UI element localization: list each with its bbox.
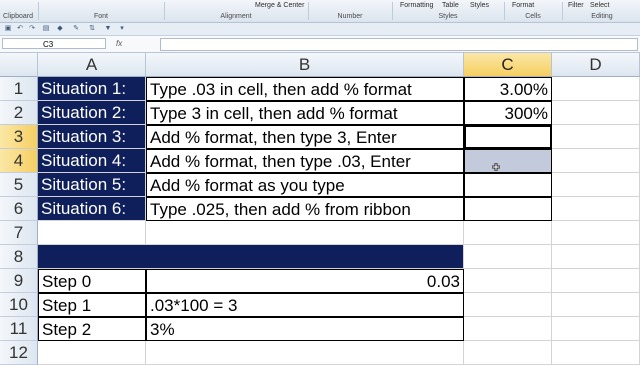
cell-d6[interactable] — [552, 197, 640, 221]
clipboard-label: Clipboard — [3, 13, 33, 20]
row-header-1[interactable]: 1 — [0, 77, 38, 101]
font-group: Font — [40, 0, 162, 22]
cell-d12[interactable] — [552, 341, 640, 365]
cell-c9[interactable] — [464, 269, 552, 293]
editing-label: Editing — [591, 13, 613, 20]
cell-b7[interactable] — [146, 221, 464, 245]
cell-a2[interactable]: Situation 2: — [38, 101, 146, 125]
cell-c6[interactable] — [464, 197, 552, 221]
cell-c3-active[interactable] — [464, 125, 552, 149]
cell-a9[interactable]: Step 0 — [38, 269, 146, 293]
cell-b1[interactable]: Type .03 in cell, then add % format — [146, 77, 464, 101]
cell-a7[interactable] — [38, 221, 146, 245]
ribbon: Merge & Center Formatting Table Styles F… — [0, 0, 640, 23]
formula-bar: C3 fx — [0, 36, 640, 53]
column-header-d[interactable]: D — [552, 53, 640, 77]
row-header-5[interactable]: 5 — [0, 173, 38, 197]
column-header-b[interactable]: B — [146, 53, 464, 77]
cell-a12[interactable] — [38, 341, 146, 365]
styles-group: Styles — [394, 0, 502, 22]
print-icon[interactable]: ▤ — [42, 25, 50, 33]
number-group: Number — [310, 0, 390, 22]
row-header-6[interactable]: 6 — [0, 197, 38, 221]
cell-c1[interactable]: 3.00% — [464, 77, 552, 101]
cell-b9[interactable]: 0.03 — [146, 269, 464, 293]
cell-b10[interactable]: .03*100 = 3 — [146, 293, 464, 317]
cell-d4[interactable] — [552, 149, 640, 173]
undo-icon[interactable]: ↶ — [16, 25, 24, 33]
cell-a10[interactable]: Step 1 — [38, 293, 146, 317]
cells-label: Cells — [525, 13, 541, 20]
column-header-c[interactable]: C — [464, 53, 552, 77]
cell-c12[interactable] — [464, 341, 552, 365]
cells-group: Cells — [506, 0, 560, 22]
cell-a6[interactable]: Situation 6: — [38, 197, 146, 221]
row-header-12[interactable]: 12 — [0, 341, 38, 365]
cell-a1[interactable]: Situation 1: — [38, 77, 146, 101]
cell-d8[interactable] — [552, 245, 640, 269]
row-header-11[interactable]: 11 — [0, 317, 38, 341]
cell-d5[interactable] — [552, 173, 640, 197]
cell-d3[interactable] — [552, 125, 640, 149]
cell-c11[interactable] — [464, 317, 552, 341]
cell-a4[interactable]: Situation 4: — [38, 149, 146, 173]
cell-c5[interactable] — [464, 173, 552, 197]
format-painter-icon[interactable]: ✎ — [72, 25, 80, 33]
cell-b11[interactable]: 3% — [146, 317, 464, 341]
cell-b5[interactable]: Add % format as you type — [146, 173, 464, 197]
cell-d7[interactable] — [552, 221, 640, 245]
cell-c4-selected[interactable] — [464, 149, 552, 173]
row-header-4[interactable]: 4 — [0, 149, 38, 173]
cell-a11[interactable]: Step 2 — [38, 317, 146, 341]
clipboard-group: Clipboard — [0, 0, 36, 22]
header-bar-row-8[interactable] — [38, 245, 464, 269]
cell-c2[interactable]: 300% — [464, 101, 552, 125]
editing-group: Editing — [564, 0, 640, 22]
customize-toolbar-icon[interactable]: ▾ — [118, 25, 126, 33]
cell-d9[interactable] — [552, 269, 640, 293]
font-label: Font — [93, 13, 108, 20]
row-header-9[interactable]: 9 — [0, 269, 38, 293]
select-all-corner[interactable] — [0, 53, 38, 77]
save-icon[interactable]: ▣ — [4, 25, 12, 33]
row-header-10[interactable]: 10 — [0, 293, 38, 317]
cell-c10[interactable] — [464, 293, 552, 317]
cell-a5[interactable]: Situation 5: — [38, 173, 146, 197]
sort-icon[interactable]: ⇅ — [88, 25, 96, 33]
cell-b12[interactable] — [146, 341, 464, 365]
cell-d2[interactable] — [552, 101, 640, 125]
quick-access-toolbar: ▣ ↶ ↷ ▤ ◆ ✎ ⇅ ▼ ▾ — [0, 23, 640, 36]
row-header-8[interactable]: 8 — [0, 245, 38, 269]
row-header-3[interactable]: 3 — [0, 125, 38, 149]
number-label: Number — [337, 13, 363, 20]
cell-b2[interactable]: Type 3 in cell, then add % format — [146, 101, 464, 125]
cell-cursor-icon — [492, 163, 500, 171]
cell-c8[interactable] — [464, 245, 552, 269]
cell-a3[interactable]: Situation 3: — [38, 125, 146, 149]
fill-color-icon[interactable]: ◆ — [56, 25, 64, 33]
formula-input[interactable] — [160, 38, 638, 51]
cell-b4[interactable]: Add % format, then type .03, Enter — [146, 149, 464, 173]
insert-function-icon[interactable]: fx — [116, 39, 122, 48]
cell-b3[interactable]: Add % format, then type 3, Enter — [146, 125, 464, 149]
row-header-2[interactable]: 2 — [0, 101, 38, 125]
row-header-7[interactable]: 7 — [0, 221, 38, 245]
column-header-a[interactable]: A — [38, 53, 146, 77]
cell-b6[interactable]: Type .025, then add % from ribbon — [146, 197, 464, 221]
cell-d10[interactable] — [552, 293, 640, 317]
cell-d1[interactable] — [552, 77, 640, 101]
cell-d11[interactable] — [552, 317, 640, 341]
alignment-label: Alignment — [220, 13, 252, 20]
filter-icon[interactable]: ▼ — [104, 25, 112, 33]
redo-icon[interactable]: ↷ — [28, 25, 36, 33]
styles-label: Styles — [438, 13, 458, 20]
name-box[interactable]: C3 — [2, 38, 106, 49]
alignment-group: Alignment — [166, 0, 306, 22]
cell-c7[interactable] — [464, 221, 552, 245]
